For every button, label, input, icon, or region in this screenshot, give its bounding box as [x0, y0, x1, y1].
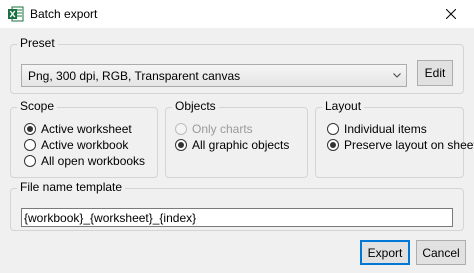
scope-group-label: Scope	[17, 99, 58, 113]
cancel-button-label: Cancel	[422, 245, 460, 260]
radio-checked-icon	[327, 139, 339, 151]
radio-unchecked-icon	[24, 155, 36, 167]
objects-group: Objects Only charts All graphic objects	[165, 99, 308, 178]
file-name-group: File name template {workbook}_{worksheet…	[10, 180, 464, 231]
layout-group: Layout Individual items Preserve layout …	[315, 99, 474, 178]
preset-selected-value: Png, 300 dpi, RGB, Transparent canvas	[28, 68, 241, 83]
chevron-down-icon	[388, 65, 406, 86]
radio-label: Individual items	[344, 122, 427, 136]
export-button-label: Export	[367, 245, 403, 260]
objects-option-only-charts[interactable]: Only charts	[175, 122, 253, 136]
edit-preset-button[interactable]: Edit	[417, 60, 453, 86]
edit-button-label: Edit	[424, 66, 446, 80]
export-button[interactable]: Export	[360, 240, 410, 265]
radio-label: Active worksheet	[41, 122, 132, 136]
radio-unchecked-icon	[327, 123, 339, 135]
file-name-template-input[interactable]: {workbook}_{worksheet}_{index}	[21, 208, 453, 227]
radio-disabled-icon	[175, 123, 187, 135]
scope-group: Scope Active worksheet Active workbook A…	[10, 99, 158, 178]
title-bar: Batch export	[0, 0, 474, 28]
close-icon	[446, 9, 456, 19]
radio-label: Active workbook	[41, 138, 129, 152]
layout-group-label: Layout	[322, 99, 365, 113]
layout-option-preserve-layout[interactable]: Preserve layout on sheet	[327, 138, 474, 152]
radio-label: All graphic objects	[192, 138, 290, 152]
radio-checked-icon	[175, 139, 187, 151]
cancel-button[interactable]: Cancel	[416, 240, 466, 265]
window-title: Batch export	[30, 7, 98, 21]
radio-unchecked-icon	[24, 139, 36, 151]
preset-group: Preset Png, 300 dpi, RGB, Transparent ca…	[10, 36, 464, 94]
radio-label: Preserve layout on sheet	[344, 138, 474, 152]
scope-option-active-workbook[interactable]: Active workbook	[24, 138, 128, 152]
radio-label: All open workbooks	[41, 154, 146, 168]
layout-option-individual-items[interactable]: Individual items	[327, 122, 427, 136]
close-button[interactable]	[428, 0, 474, 28]
file-name-group-label: File name template	[17, 180, 126, 194]
scope-option-all-open-workbooks[interactable]: All open workbooks	[24, 154, 145, 168]
preset-dropdown[interactable]: Png, 300 dpi, RGB, Transparent canvas	[21, 64, 407, 87]
scope-option-active-worksheet[interactable]: Active worksheet	[24, 122, 132, 136]
objects-group-label: Objects	[172, 99, 219, 113]
radio-checked-icon	[24, 123, 36, 135]
preset-group-label: Preset	[17, 36, 58, 50]
radio-label: Only charts	[192, 122, 253, 136]
excel-icon	[8, 6, 24, 22]
file-name-template-value: {workbook}_{worksheet}_{index}	[24, 210, 197, 225]
objects-option-all-graphic-objects[interactable]: All graphic objects	[175, 138, 289, 152]
